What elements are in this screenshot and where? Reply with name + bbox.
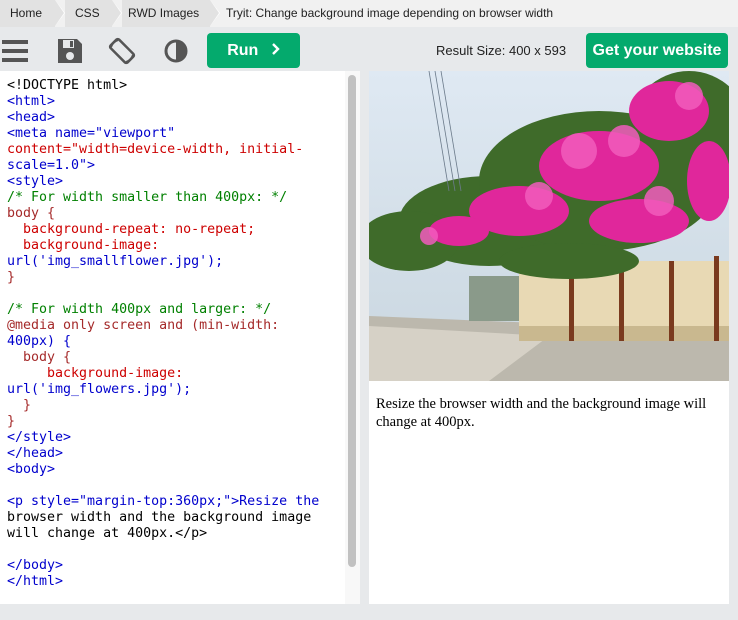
code-line: }	[7, 398, 32, 413]
code-line: url('img_smallflower.jpg');	[7, 254, 224, 269]
code-line: will change at 400px.</p>	[7, 526, 208, 541]
code-line: }	[7, 270, 16, 285]
result-pane: Resize the browser width and the backgro…	[369, 71, 729, 604]
editor-scrollbar-thumb[interactable]	[348, 75, 356, 567]
code-editor[interactable]: <!DOCTYPE html> <html> <head> <meta name…	[0, 71, 360, 604]
contrast-icon[interactable]	[162, 37, 190, 65]
breadcrumb-css-label: CSS	[75, 6, 100, 20]
code-line: body {	[7, 350, 72, 365]
code-line: </html>	[7, 574, 64, 589]
code-line: background-image:	[7, 238, 160, 253]
save-icon[interactable]	[56, 37, 84, 65]
code-line: scale=1.0">	[7, 158, 96, 173]
code-line: /* For width smaller than 400px: */	[7, 190, 288, 205]
breadcrumb-rwd-images[interactable]: RWD Images	[122, 0, 210, 27]
breadcrumb-current-label: Tryit: Change background image depending…	[226, 6, 554, 20]
code-line: background-image:	[7, 366, 184, 381]
code-line: </style>	[7, 430, 72, 445]
breadcrumb-separator	[112, 0, 121, 26]
toolbar: Run Result Size: 400 x 593 Get your webs…	[0, 29, 738, 71]
code-line: <html>	[7, 94, 56, 109]
code-line: body {	[7, 206, 56, 221]
breadcrumb-separator	[55, 0, 64, 26]
code-line: browser width and the background image	[7, 510, 312, 525]
result-size: Result Size: 400 x 593	[436, 43, 567, 58]
breadcrumb-home[interactable]: Home	[0, 0, 55, 27]
breadcrumb-home-label: Home	[10, 6, 43, 20]
code-line: background-repeat: no-repeat;	[7, 222, 256, 237]
breadcrumb-current: Tryit: Change background image depending…	[226, 0, 553, 27]
code-line: }	[7, 414, 16, 429]
code-line: <meta name="viewport"	[7, 126, 176, 141]
run-button-label: Run	[227, 42, 259, 59]
chevron-right-icon	[271, 33, 280, 68]
code-line: </body>	[7, 558, 64, 573]
code-line: <body>	[7, 462, 56, 477]
bottom-strip	[0, 604, 738, 620]
code-line: /* For width 400px and larger: */	[7, 302, 272, 317]
rotate-icon[interactable]	[108, 37, 136, 65]
code-line: @media only screen and (min-width:	[7, 318, 280, 333]
code-content[interactable]: <!DOCTYPE html> <html> <head> <meta name…	[7, 78, 319, 590]
breadcrumb-rwd-images-label: RWD Images	[128, 6, 200, 20]
code-line: </head>	[7, 446, 64, 461]
result-paragraph: Resize the browser width and the backgro…	[376, 396, 707, 430]
run-button[interactable]: Run	[207, 33, 300, 68]
code-line: 400px) {	[7, 334, 72, 349]
code-line: url('img_flowers.jpg');	[7, 382, 192, 397]
flowers-image	[369, 71, 729, 381]
code-line: <p style="margin-top:360px;">Resize the	[7, 494, 320, 509]
breadcrumb-css[interactable]: CSS	[65, 0, 112, 27]
code-line: <style>	[7, 174, 64, 189]
menu-icon[interactable]	[2, 37, 30, 65]
breadcrumb-separator	[210, 0, 219, 26]
code-line: <!DOCTYPE html>	[7, 78, 128, 93]
code-line: content="width=device-width, initial-	[7, 142, 304, 157]
get-your-website-button[interactable]: Get your website	[586, 33, 728, 68]
code-line: <head>	[7, 110, 56, 125]
breadcrumb: Home CSS RWD Images Tryit: Change backgr…	[0, 0, 738, 27]
